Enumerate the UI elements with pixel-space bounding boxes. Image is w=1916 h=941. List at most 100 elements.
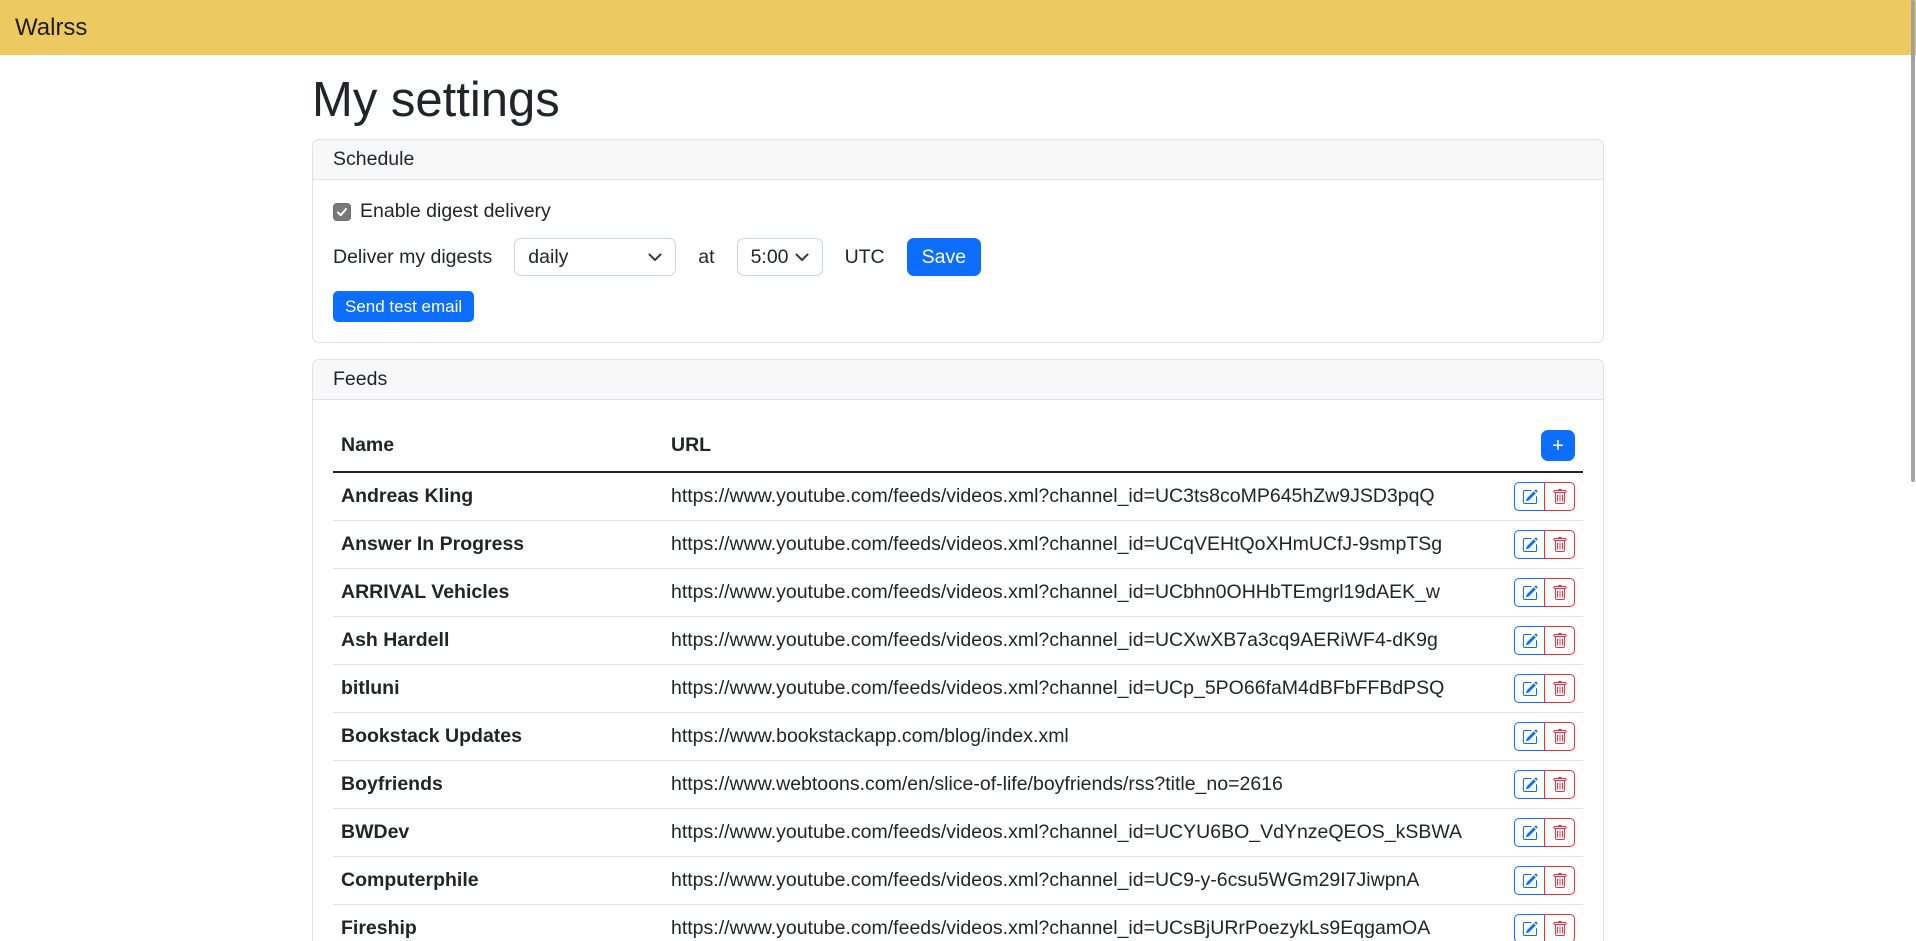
table-row: Ash Hardell https://www.youtube.com/feed…: [333, 617, 1583, 665]
delete-feed-button[interactable]: [1544, 626, 1575, 655]
feed-name: ARRIVAL Vehicles: [333, 569, 663, 617]
delete-feed-button[interactable]: [1544, 674, 1575, 703]
delete-feed-button[interactable]: [1544, 818, 1575, 847]
delete-feed-button[interactable]: [1544, 770, 1575, 799]
table-row: Fireship https://www.youtube.com/feeds/v…: [333, 905, 1583, 941]
enable-digest-row: Enable digest delivery: [333, 200, 1583, 223]
feed-action-group: [1514, 866, 1575, 895]
delete-feed-button[interactable]: [1544, 530, 1575, 559]
enable-digest-checkbox[interactable]: [333, 203, 351, 221]
feed-name: Fireship: [333, 905, 663, 941]
app-brand[interactable]: Walrss: [15, 14, 87, 42]
feed-action-group: [1514, 914, 1575, 941]
edit-feed-button[interactable]: [1514, 674, 1545, 703]
trash-icon: [1552, 585, 1568, 601]
feed-url: https://www.youtube.com/feeds/videos.xml…: [663, 665, 1483, 713]
table-row: Answer In Progress https://www.youtube.c…: [333, 521, 1583, 569]
edit-feed-button[interactable]: [1514, 818, 1545, 847]
table-row: Boyfriends https://www.webtoons.com/en/s…: [333, 761, 1583, 809]
scrollbar-thumb[interactable]: [1911, 0, 1915, 482]
edit-feed-button[interactable]: [1514, 914, 1545, 941]
pencil-square-icon: [1522, 825, 1538, 841]
edit-feed-button[interactable]: [1514, 578, 1545, 607]
trash-icon: [1552, 873, 1568, 889]
trash-icon: [1552, 633, 1568, 649]
feed-url: https://www.youtube.com/feeds/videos.xml…: [663, 569, 1483, 617]
delete-feed-button[interactable]: [1544, 914, 1575, 941]
feeds-table-header-row: Name URL +: [333, 420, 1583, 472]
timezone-label: UTC: [845, 246, 885, 269]
navbar: Walrss: [0, 0, 1916, 55]
column-header-url: URL: [663, 420, 1483, 472]
feed-url: https://www.youtube.com/feeds/videos.xml…: [663, 809, 1483, 857]
schedule-card: Schedule Enable digest delivery Deliver …: [312, 139, 1604, 343]
feed-actions: [1483, 809, 1583, 857]
table-row: Computerphile https://www.youtube.com/fe…: [333, 857, 1583, 905]
send-test-email-button[interactable]: Send test email: [333, 291, 474, 322]
feed-actions: [1483, 761, 1583, 809]
save-button[interactable]: Save: [907, 238, 981, 276]
time-select[interactable]: 5:00: [737, 238, 823, 276]
feed-action-group: [1514, 626, 1575, 655]
feeds-card-body: Name URL + Andreas Kling https://www.you…: [313, 400, 1603, 941]
enable-digest-label: Enable digest delivery: [360, 200, 551, 223]
feed-action-group: [1514, 770, 1575, 799]
table-row: BWDev https://www.youtube.com/feeds/vide…: [333, 809, 1583, 857]
page-title: My settings: [312, 72, 1604, 128]
delete-feed-button[interactable]: [1544, 482, 1575, 511]
pencil-square-icon: [1522, 633, 1538, 649]
trash-icon: [1552, 729, 1568, 745]
main-container: My settings Schedule Enable digest deliv…: [297, 72, 1619, 941]
feed-action-group: [1514, 530, 1575, 559]
frequency-select[interactable]: daily: [514, 238, 676, 276]
feed-action-group: [1514, 578, 1575, 607]
feed-url: https://www.youtube.com/feeds/videos.xml…: [663, 472, 1483, 521]
feed-actions: [1483, 569, 1583, 617]
feed-url: https://www.youtube.com/feeds/videos.xml…: [663, 617, 1483, 665]
feed-name: BWDev: [333, 809, 663, 857]
feed-name: Computerphile: [333, 857, 663, 905]
edit-feed-button[interactable]: [1514, 626, 1545, 655]
feed-action-group: [1514, 818, 1575, 847]
feed-url: https://www.youtube.com/feeds/videos.xml…: [663, 857, 1483, 905]
feed-name: Ash Hardell: [333, 617, 663, 665]
delete-feed-button[interactable]: [1544, 722, 1575, 751]
trash-icon: [1552, 681, 1568, 697]
add-feed-button[interactable]: +: [1541, 430, 1575, 461]
table-row: Bookstack Updates https://www.bookstacka…: [333, 713, 1583, 761]
schedule-card-header: Schedule: [313, 140, 1603, 180]
feed-url: https://www.youtube.com/feeds/videos.xml…: [663, 521, 1483, 569]
plus-icon: +: [1552, 436, 1564, 456]
feed-url: https://www.webtoons.com/en/slice-of-lif…: [663, 761, 1483, 809]
frequency-value: daily: [528, 246, 568, 269]
pencil-square-icon: [1522, 681, 1538, 697]
delete-feed-button[interactable]: [1544, 578, 1575, 607]
table-row: bitluni https://www.youtube.com/feeds/vi…: [333, 665, 1583, 713]
feed-url: https://www.bookstackapp.com/blog/index.…: [663, 713, 1483, 761]
schedule-card-body: Enable digest delivery Deliver my digest…: [313, 180, 1603, 342]
edit-feed-button[interactable]: [1514, 482, 1545, 511]
feed-action-group: [1514, 482, 1575, 511]
trash-icon: [1552, 537, 1568, 553]
edit-feed-button[interactable]: [1514, 866, 1545, 895]
pencil-square-icon: [1522, 585, 1538, 601]
feed-action-group: [1514, 674, 1575, 703]
feed-actions: [1483, 521, 1583, 569]
feeds-card: Feeds Name URL + Andreas Kling h: [312, 359, 1604, 941]
edit-feed-button[interactable]: [1514, 770, 1545, 799]
delete-feed-button[interactable]: [1544, 866, 1575, 895]
chevron-down-icon: [648, 253, 662, 262]
delivery-controls-row: Deliver my digests daily at 5:00 UTC Sav…: [333, 238, 1583, 276]
time-value: 5:00: [751, 246, 789, 269]
pencil-square-icon: [1522, 489, 1538, 505]
column-header-name: Name: [333, 420, 663, 472]
trash-icon: [1552, 489, 1568, 505]
table-row: Andreas Kling https://www.youtube.com/fe…: [333, 472, 1583, 521]
feed-name: Boyfriends: [333, 761, 663, 809]
feed-actions: [1483, 665, 1583, 713]
edit-feed-button[interactable]: [1514, 722, 1545, 751]
table-row: ARRIVAL Vehicles https://www.youtube.com…: [333, 569, 1583, 617]
trash-icon: [1552, 825, 1568, 841]
feed-actions: [1483, 713, 1583, 761]
edit-feed-button[interactable]: [1514, 530, 1545, 559]
